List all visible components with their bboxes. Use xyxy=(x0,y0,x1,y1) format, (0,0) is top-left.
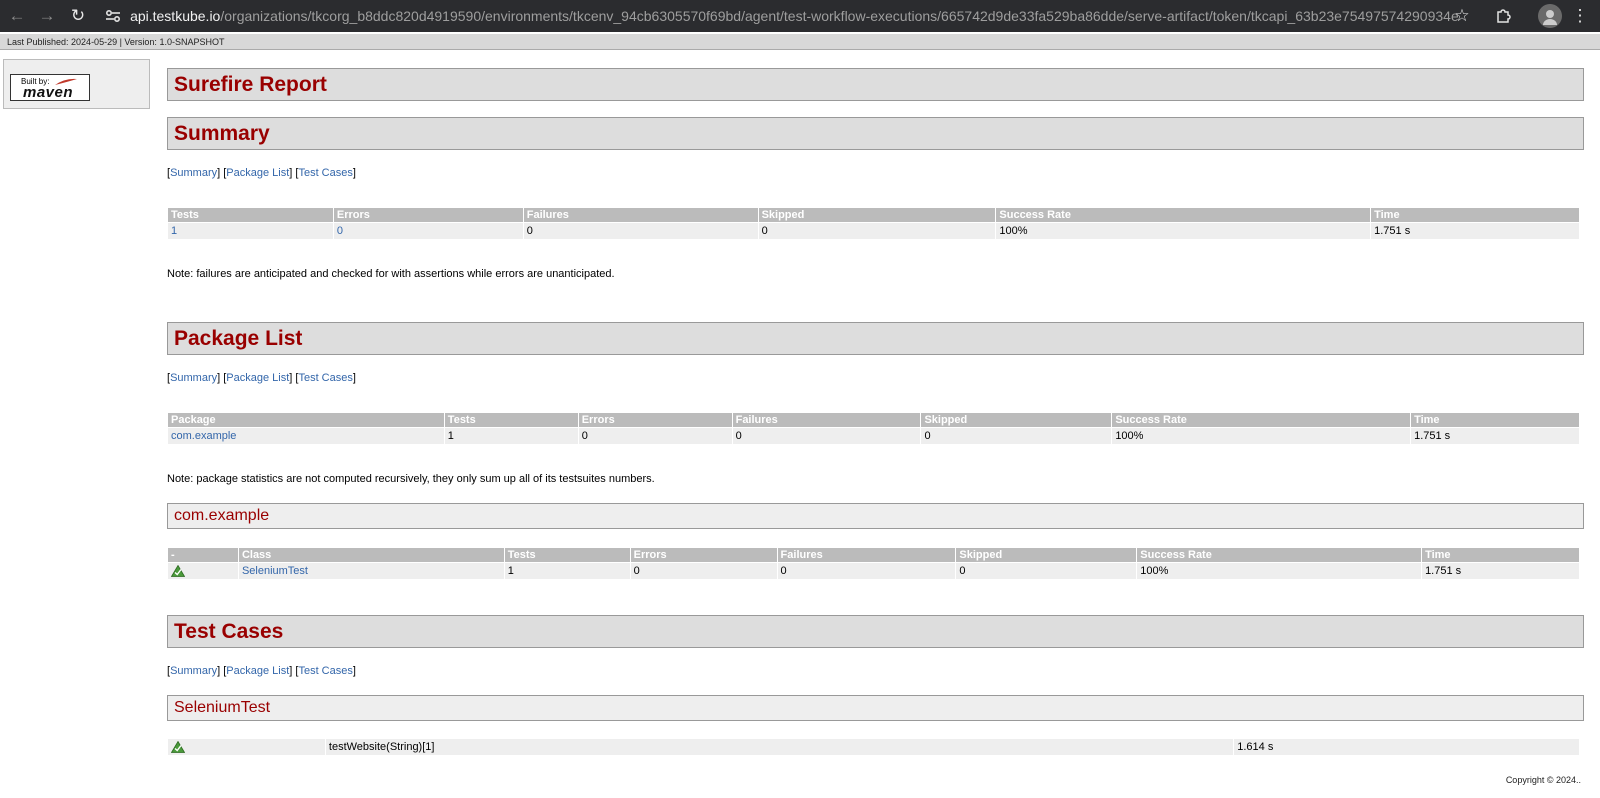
report-title: Surefire Report xyxy=(167,68,1584,101)
section-nav-test-cases: [Summary] [Package List] [Test Cases] xyxy=(167,665,356,677)
column-header: Skipped xyxy=(955,547,1138,563)
nav-test-cases-link[interactable]: Test Cases xyxy=(298,167,352,179)
column-header: Errors xyxy=(629,547,778,563)
column-header: Time xyxy=(1421,547,1580,563)
column-header: Errors xyxy=(332,207,524,223)
left-sidebar: Built by: maven xyxy=(3,59,150,109)
maven-wordmark: maven xyxy=(23,84,74,101)
profile-avatar[interactable] xyxy=(1538,4,1562,28)
tests-count-link[interactable]: 1 xyxy=(171,225,177,237)
table-cell: 1.751 s xyxy=(1421,562,1580,580)
column-header: Failures xyxy=(522,207,759,223)
nav-package-list-link[interactable]: Package List xyxy=(226,665,289,677)
table-cell: 0 xyxy=(522,222,759,240)
browser-toolbar: ← → ↻ api.testkube.io/organizations/tkco… xyxy=(0,0,1600,32)
errors-count-link[interactable]: 0 xyxy=(337,225,343,237)
column-header: Failures xyxy=(776,547,957,563)
url-path: /organizations/tkcorg_b8ddc820d4919590/e… xyxy=(220,8,1458,24)
reload-icon[interactable]: ↻ xyxy=(66,4,90,28)
test-class-heading: SeleniumTest xyxy=(167,695,1584,721)
nav-test-cases-link[interactable]: Test Cases xyxy=(298,372,352,384)
table-cell xyxy=(167,562,239,580)
package-link[interactable]: com.example xyxy=(171,430,236,442)
success-icon xyxy=(171,565,185,577)
table-cell: 100% xyxy=(1111,427,1412,445)
table-cell: com.example xyxy=(167,427,445,445)
table-cell: 0 xyxy=(731,427,922,445)
table-cell xyxy=(167,738,326,756)
class-link[interactable]: SeleniumTest xyxy=(242,565,308,577)
table-cell: 0 xyxy=(577,427,733,445)
test-cases-heading: Test Cases xyxy=(167,615,1584,648)
package-list-note: Note: package statistics are not compute… xyxy=(167,473,655,485)
test-cases-table: testWebsite(String)[1] 1.614 s xyxy=(167,738,1580,756)
table-cell: 0 xyxy=(920,427,1113,445)
section-nav-summary: [Summary] [Package List] [Test Cases] xyxy=(167,167,356,179)
table-row: com.example 1 0 0 0 100% 1.751 s xyxy=(167,427,1580,445)
column-header: Success Rate xyxy=(1136,547,1423,563)
column-header: Success Rate xyxy=(1111,412,1412,428)
table-cell: SeleniumTest xyxy=(237,562,505,580)
package-list-heading: Package List xyxy=(167,322,1584,355)
table-cell: 0 xyxy=(629,562,778,580)
table-row: testWebsite(String)[1] 1.614 s xyxy=(167,738,1580,756)
table-cell: testWebsite(String)[1] xyxy=(324,738,1235,756)
column-header: Tests xyxy=(443,412,579,428)
nav-test-cases-link[interactable]: Test Cases xyxy=(298,665,352,677)
copyright-footer: Copyright © 2024.. xyxy=(1505,775,1581,785)
column-header: Package xyxy=(167,412,445,428)
package-heading: com.example xyxy=(167,503,1584,529)
nav-summary-link[interactable]: Summary xyxy=(170,167,217,179)
table-header-row: Package Tests Errors Failures Skipped Su… xyxy=(167,412,1580,428)
table-cell: 1 xyxy=(443,427,579,445)
table-cell: 0 xyxy=(332,222,524,240)
column-header: Tests xyxy=(503,547,631,563)
nav-summary-link[interactable]: Summary xyxy=(170,665,217,677)
back-arrow-icon[interactable]: ← xyxy=(5,4,29,28)
table-cell: 1.751 s xyxy=(1410,427,1580,445)
column-header: - xyxy=(167,547,239,563)
nav-package-list-link[interactable]: Package List xyxy=(226,167,289,179)
table-cell: 100% xyxy=(1136,562,1423,580)
publish-banner: Last Published: 2024-05-29 | Version: 1.… xyxy=(0,34,1600,50)
table-cell: 1 xyxy=(503,562,631,580)
bookmark-star-icon[interactable]: ☆ xyxy=(1450,4,1474,28)
address-bar[interactable]: api.testkube.io/organizations/tkcorg_b8d… xyxy=(98,1,1458,31)
table-cell: 100% xyxy=(995,222,1372,240)
browser-menu-icon[interactable]: ⋮ xyxy=(1568,4,1592,28)
table-cell: 1.614 s xyxy=(1233,738,1580,756)
column-header: Errors xyxy=(577,412,733,428)
column-header: Tests xyxy=(167,207,334,223)
site-info-icon[interactable] xyxy=(104,6,122,26)
table-cell: 0 xyxy=(955,562,1138,580)
summary-note: Note: failures are anticipated and check… xyxy=(167,268,615,280)
column-header: Failures xyxy=(731,412,922,428)
table-cell: 0 xyxy=(757,222,997,240)
column-header: Success Rate xyxy=(995,207,1372,223)
column-header: Class xyxy=(237,547,505,563)
table-cell: 0 xyxy=(776,562,957,580)
success-icon xyxy=(171,741,185,753)
summary-heading: Summary xyxy=(167,117,1584,150)
column-header: Skipped xyxy=(757,207,997,223)
forward-arrow-icon[interactable]: → xyxy=(35,4,59,28)
package-classes-table: - Class Tests Errors Failures Skipped Su… xyxy=(167,547,1580,580)
nav-package-list-link[interactable]: Package List xyxy=(226,372,289,384)
built-by-maven-logo[interactable]: Built by: maven xyxy=(10,74,90,101)
package-list-table: Package Tests Errors Failures Skipped Su… xyxy=(167,412,1580,445)
column-header: Skipped xyxy=(920,412,1113,428)
table-header-row: Tests Errors Failures Skipped Success Ra… xyxy=(167,207,1580,223)
extensions-puzzle-icon[interactable] xyxy=(1492,4,1516,28)
summary-table: Tests Errors Failures Skipped Success Ra… xyxy=(167,207,1580,240)
table-cell: 1 xyxy=(167,222,334,240)
url-host: api.testkube.io xyxy=(130,8,221,24)
column-header: Time xyxy=(1370,207,1580,223)
table-cell: 1.751 s xyxy=(1370,222,1580,240)
table-row: SeleniumTest 1 0 0 0 100% 1.751 s xyxy=(167,562,1580,580)
table-row: 1 0 0 0 100% 1.751 s xyxy=(167,222,1580,240)
table-header-row: - Class Tests Errors Failures Skipped Su… xyxy=(167,547,1580,563)
nav-summary-link[interactable]: Summary xyxy=(170,372,217,384)
section-nav-package-list: [Summary] [Package List] [Test Cases] xyxy=(167,372,356,384)
column-header: Time xyxy=(1410,412,1580,428)
